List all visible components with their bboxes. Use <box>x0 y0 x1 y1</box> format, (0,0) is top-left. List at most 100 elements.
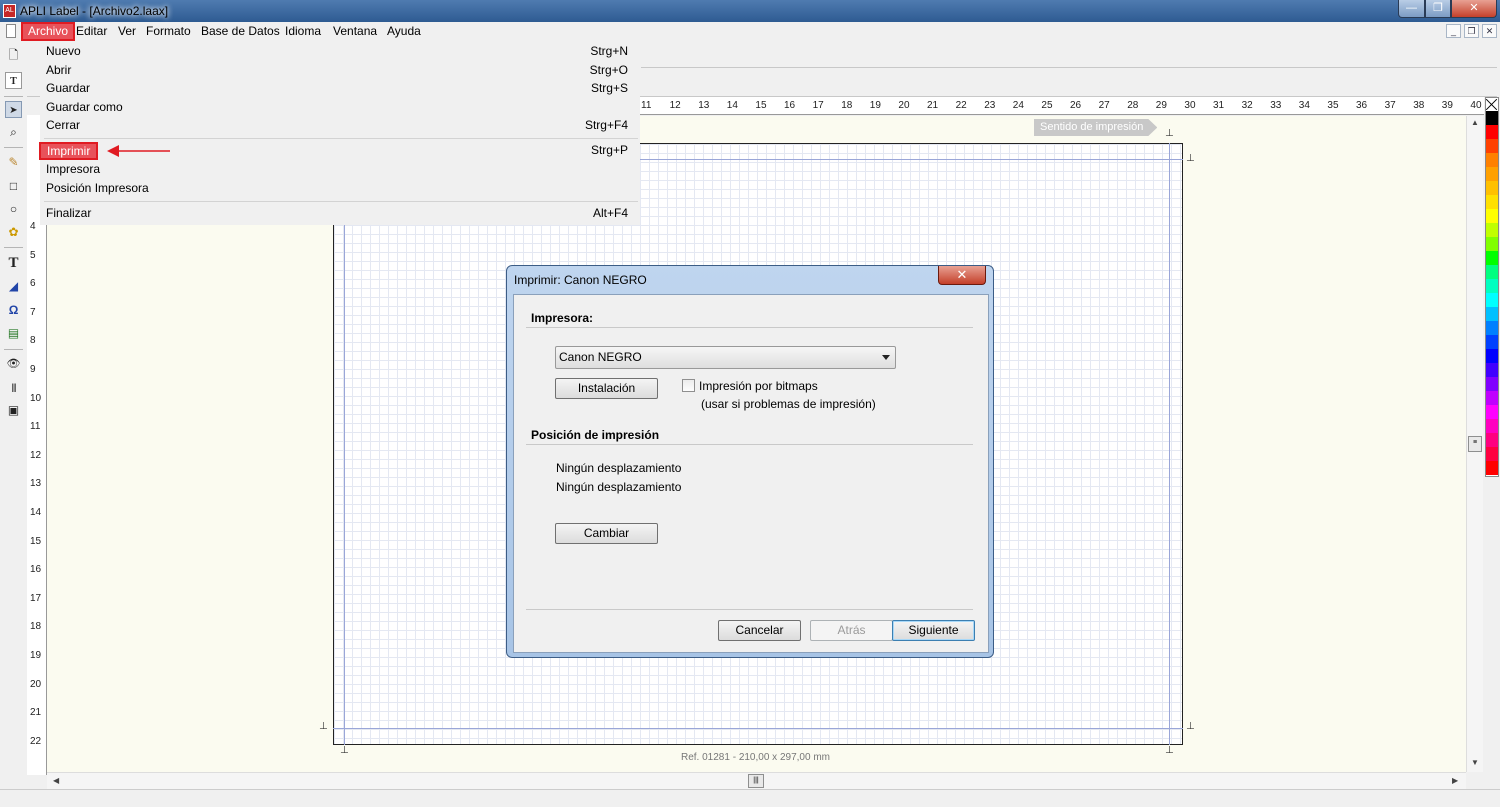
margin-pin-icon[interactable]: ⊥ <box>1165 745 1174 756</box>
margin-pin-icon[interactable]: ⊥ <box>319 721 328 732</box>
mdi-close-button[interactable]: ✕ <box>1482 24 1497 38</box>
field-icon[interactable]: ▤ <box>5 325 22 342</box>
window-title: APLI Label - [Archivo2.laax] <box>20 4 169 18</box>
menu-ayuda[interactable]: Ayuda <box>382 22 426 41</box>
color-swatch[interactable] <box>1486 433 1498 447</box>
horizontal-scrollbar[interactable]: ◀ ||| ▶ <box>47 772 1466 789</box>
menu-item-finalizar[interactable]: Finalizar Alt+F4 <box>40 204 640 223</box>
color-swatch[interactable] <box>1486 405 1498 419</box>
rotated-text-icon[interactable]: ◢ <box>5 278 22 295</box>
color-swatch[interactable] <box>1486 419 1498 433</box>
frame-icon[interactable]: ▣ <box>5 402 22 419</box>
ruler-tick-label: 25 <box>1041 100 1053 111</box>
setup-button[interactable]: Instalación <box>555 378 658 399</box>
color-swatch[interactable] <box>1486 181 1498 195</box>
color-swatch[interactable] <box>1486 125 1498 139</box>
color-swatch[interactable] <box>1486 195 1498 209</box>
ruler-tick-label: 17 <box>30 592 42 604</box>
color-swatch[interactable] <box>1486 377 1498 391</box>
ellipse-icon[interactable]: ○ <box>5 201 22 218</box>
color-swatch[interactable] <box>1486 209 1498 223</box>
menu-ver[interactable]: Ver <box>113 22 141 41</box>
maximize-button[interactable]: ❐ <box>1425 0 1451 18</box>
close-button[interactable]: ✕ <box>1451 0 1497 18</box>
position-section-title: Posición de impresión <box>531 428 660 442</box>
color-swatch[interactable] <box>1486 461 1498 475</box>
preview-eye-icon[interactable]: 👁 <box>5 356 22 373</box>
symbol-icon[interactable]: Ω <box>5 302 22 319</box>
color-swatch[interactable] <box>1486 447 1498 461</box>
zoom-icon[interactable]: ⌕ <box>5 124 22 141</box>
new-document-icon[interactable]: 🗋 <box>5 47 22 64</box>
color-swatch[interactable] <box>1486 265 1498 279</box>
color-swatch[interactable] <box>1486 111 1498 125</box>
menu-idioma[interactable]: Idioma <box>280 22 326 41</box>
mdi-restore-button[interactable]: ❐ <box>1464 24 1479 38</box>
dialog-close-button[interactable]: ✕ <box>938 266 986 285</box>
scroll-left-icon[interactable]: ◀ <box>53 776 59 785</box>
printer-select[interactable]: Canon NEGRO <box>555 346 896 369</box>
minimize-button[interactable]: — <box>1398 0 1425 18</box>
color-swatch[interactable] <box>1486 293 1498 307</box>
cancel-button[interactable]: Cancelar <box>718 620 801 641</box>
color-swatch[interactable] <box>1486 237 1498 251</box>
scroll-right-icon[interactable]: ▶ <box>1452 776 1458 785</box>
menu-base-de-datos[interactable]: Base de Datos <box>196 22 285 41</box>
color-swatch[interactable] <box>1486 307 1498 321</box>
ruler-tick-label: 20 <box>898 100 910 111</box>
color-swatch[interactable] <box>1486 223 1498 237</box>
vertical-scrollbar[interactable]: ▲ ≡ ▼ <box>1466 116 1483 772</box>
next-button[interactable]: Siguiente <box>892 620 975 641</box>
color-swatch[interactable] <box>1486 167 1498 181</box>
menu-item-cerrar[interactable]: Cerrar Strg+F4 <box>40 116 640 135</box>
margin-pin-icon[interactable]: ⊥ <box>1165 128 1174 139</box>
color-swatch[interactable] <box>1486 321 1498 335</box>
color-swatch[interactable] <box>1486 153 1498 167</box>
change-position-button[interactable]: Cambiar <box>555 523 658 544</box>
ruler-tick-label: 36 <box>1356 100 1368 111</box>
text-tool-icon[interactable]: T <box>5 72 22 89</box>
mdi-minimize-button[interactable]: _ <box>1446 24 1461 38</box>
menu-item-abrir[interactable]: Abrir Strg+O <box>40 61 640 80</box>
ruler-tick-label: 16 <box>784 100 796 111</box>
ruler-tick-label: 14 <box>30 507 42 518</box>
color-swatch[interactable] <box>1486 349 1498 363</box>
menu-formato[interactable]: Formato <box>141 22 196 41</box>
ruler-tick-label: 17 <box>812 100 824 111</box>
scroll-up-icon[interactable]: ▲ <box>1471 118 1479 127</box>
scroll-thumb[interactable]: ||| <box>748 774 764 788</box>
color-swatch[interactable] <box>1486 251 1498 265</box>
menu-item-impresora[interactable]: Impresora <box>40 160 640 179</box>
rectangle-icon[interactable]: □ <box>5 178 22 195</box>
pointer-icon[interactable]: ➤ <box>5 101 22 118</box>
menu-archivo[interactable]: Archivo <box>21 22 76 41</box>
scroll-down-icon[interactable]: ▼ <box>1471 758 1479 767</box>
pencil-icon[interactable]: ✎ <box>5 154 22 171</box>
margin-pin-icon[interactable]: ⊥ <box>340 745 349 756</box>
ruler-tick-label: 35 <box>1327 100 1339 111</box>
color-swatch[interactable] <box>1486 279 1498 293</box>
image-icon[interactable]: ✿ <box>5 224 22 241</box>
back-button[interactable]: Atrás <box>810 620 893 641</box>
margin-pin-icon[interactable]: ⊥ <box>1186 721 1195 732</box>
color-swatch[interactable] <box>1486 363 1498 377</box>
bitmap-print-checkbox[interactable] <box>682 379 695 392</box>
menu-item-guardar-como[interactable]: Guardar como <box>40 98 640 117</box>
text-icon[interactable]: T <box>5 255 22 272</box>
menu-item-nuevo[interactable]: Nuevo Strg+N <box>40 42 640 61</box>
document-icon[interactable] <box>6 24 16 38</box>
color-palette[interactable] <box>1485 97 1499 477</box>
margin-pin-icon[interactable]: ⊥ <box>1186 153 1195 164</box>
ruler-tick-label: 10 <box>30 392 42 404</box>
menu-item-guardar[interactable]: Guardar Strg+S <box>40 79 640 98</box>
color-swatch[interactable] <box>1486 335 1498 349</box>
color-swatch[interactable] <box>1486 139 1498 153</box>
scroll-thumb[interactable]: ≡ <box>1468 436 1482 452</box>
ruler-tick-label: 19 <box>30 650 42 661</box>
color-swatch[interactable] <box>1486 391 1498 405</box>
barcode-icon[interactable]: ||| <box>5 379 22 396</box>
menu-item-posicion-impresora[interactable]: Posición Impresora <box>40 179 640 198</box>
menu-editar[interactable]: Editar <box>71 22 112 41</box>
no-color-swatch[interactable] <box>1486 98 1498 111</box>
menu-ventana[interactable]: Ventana <box>328 22 382 41</box>
